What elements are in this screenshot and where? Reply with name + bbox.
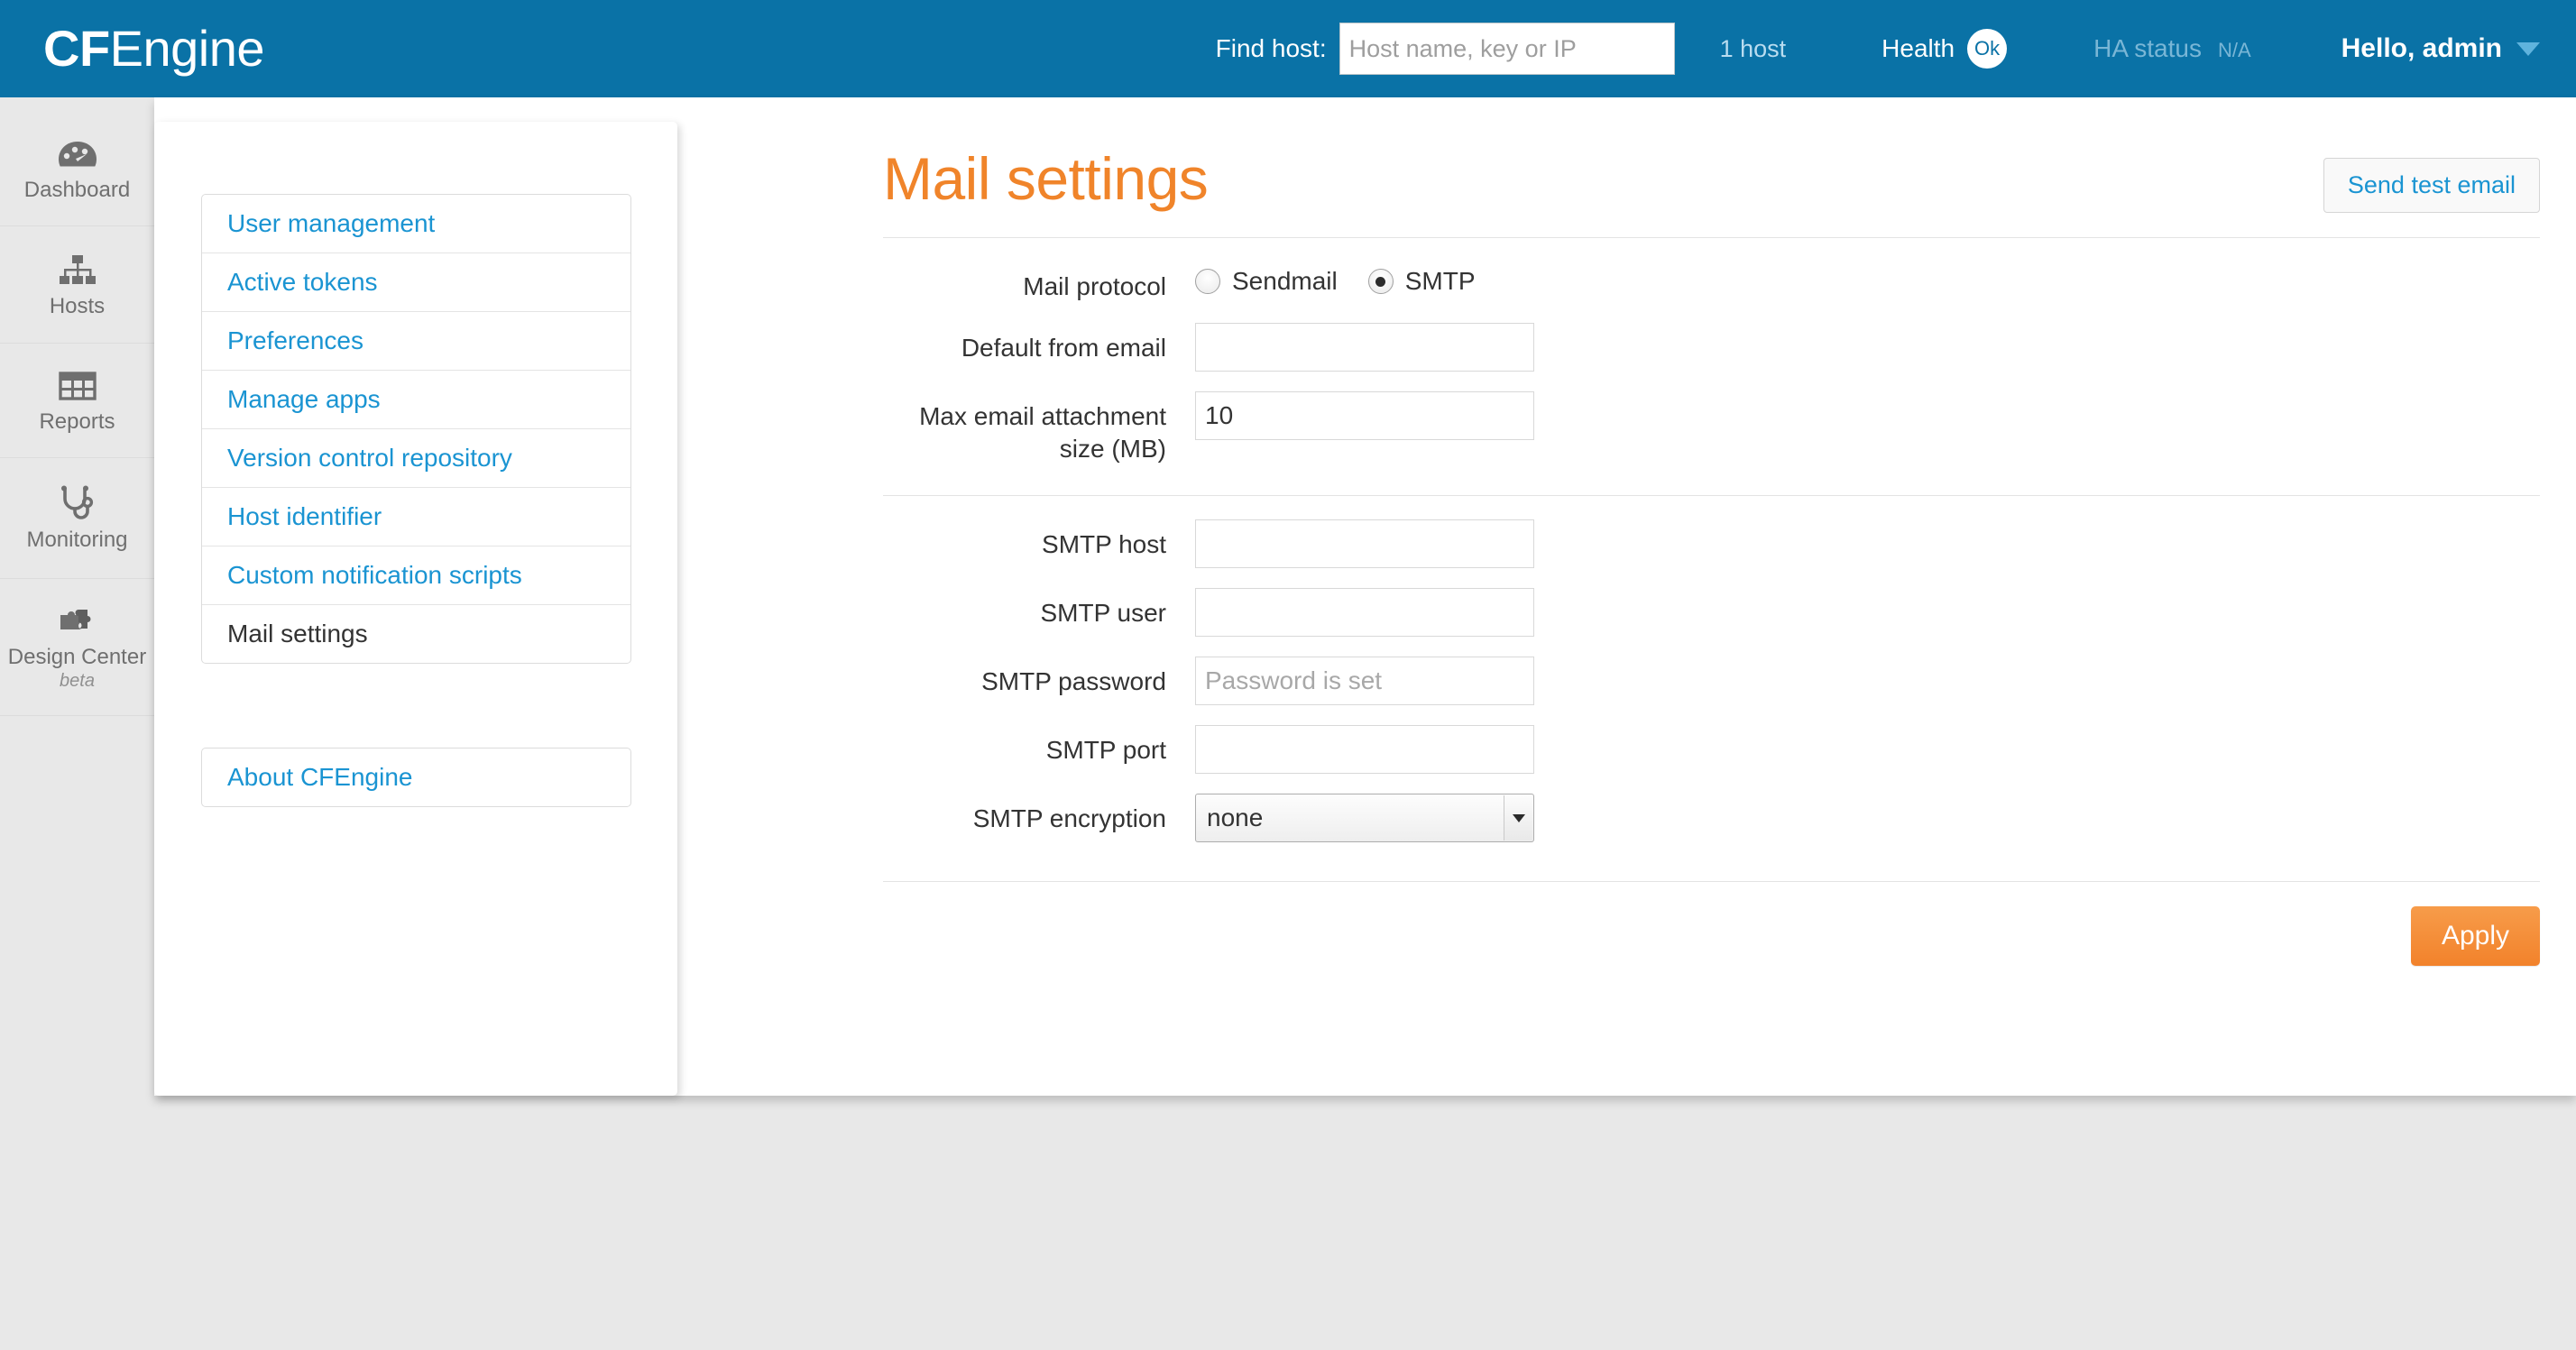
max-attachment-size-row: Max email attachment size (MB): [883, 390, 2540, 465]
smtp-port-label: SMTP port: [1045, 736, 1166, 765]
mail-settings-main: Mail settings Send test email Mail proto…: [833, 97, 2576, 1096]
apply-row: Apply: [883, 906, 2540, 967]
max-attachment-size-label: Max email attachment size (MB): [919, 401, 1166, 463]
smtp-port-input[interactable]: [1195, 725, 1534, 775]
cfengine-logo[interactable]: CFEngine: [43, 20, 265, 77]
main-header: Mail settings Send test email: [883, 97, 2540, 213]
radio-option-smtp[interactable]: SMTP: [1367, 267, 1476, 296]
apply-button[interactable]: Apply: [2410, 906, 2540, 967]
about-card: About CFEngine: [201, 748, 631, 807]
ha-status-indicator: HA status N/A: [2093, 34, 2251, 63]
smtp-host-row: SMTP host: [883, 519, 2540, 569]
health-indicator[interactable]: Health Ok: [1881, 29, 2008, 69]
default-from-email-input[interactable]: [1195, 322, 1534, 372]
sidebar-item-label: Reports: [39, 409, 115, 434]
logo-prefix: CF: [43, 20, 110, 77]
health-status-badge: Ok: [1967, 29, 2008, 69]
radio-sendmail-icon[interactable]: [1195, 269, 1220, 294]
settings-menu-item-preferences[interactable]: Preferences: [202, 312, 630, 371]
logo-suffix: Engine: [109, 20, 265, 77]
stethoscope-icon: [60, 485, 93, 519]
user-menu[interactable]: Hello, admin: [2341, 33, 2540, 64]
page-title: Mail settings: [883, 145, 1209, 212]
top-navigation-bar: CFEngine Find host: 1 host Health Ok HA …: [0, 0, 2576, 97]
divider-bottom: [883, 881, 2540, 883]
smtp-password-row: SMTP password: [883, 657, 2540, 706]
smtp-password-field: [1195, 657, 2540, 706]
smtp-port-row: SMTP port: [883, 725, 2540, 775]
sidebar-item-design-center[interactable]: Design Center beta: [0, 579, 154, 716]
smtp-user-input[interactable]: [1195, 588, 1534, 638]
health-label: Health: [1881, 34, 1955, 62]
radio-option-sendmail[interactable]: Sendmail: [1195, 267, 1338, 296]
smtp-password-input[interactable]: [1195, 657, 1534, 706]
settings-menu-item-host-identifier[interactable]: Host identifier: [202, 488, 630, 546]
sidebar-item-sublabel: beta: [60, 670, 95, 691]
radio-smtp-label: SMTP: [1404, 267, 1476, 295]
about-cfengine-link[interactable]: About CFEngine: [202, 748, 630, 806]
settings-menu-item-custom-notification-scripts[interactable]: Custom notification scripts: [202, 546, 630, 605]
smtp-user-row: SMTP user: [883, 588, 2540, 638]
settings-menu-item-active-tokens[interactable]: Active tokens: [202, 253, 630, 312]
smtp-encryption-label: SMTP encryption: [972, 804, 1166, 833]
default-from-email-label: Default from email: [961, 333, 1166, 362]
sidebar-item-monitoring[interactable]: Monitoring: [0, 458, 154, 579]
mail-protocol-row: Mail protocol Sendmail SMTP: [883, 262, 2540, 303]
smtp-user-label: SMTP user: [1040, 599, 1166, 628]
radio-sendmail-label: Sendmail: [1232, 267, 1338, 295]
max-attachment-size-input[interactable]: [1195, 390, 1534, 440]
divider-top: [883, 237, 2540, 238]
smtp-host-label: SMTP host: [1042, 530, 1166, 559]
find-host-input[interactable]: [1339, 23, 1675, 75]
content-shell: User management Active tokens Preference…: [154, 97, 2576, 1096]
send-test-email-button[interactable]: Send test email: [2323, 158, 2540, 213]
find-host-label: Find host:: [1215, 34, 1327, 62]
sidebar-item-label: Dashboard: [23, 178, 131, 202]
smtp-encryption-value: none: [1207, 804, 1264, 832]
settings-menu-item-version-control-repository[interactable]: Version control repository: [202, 429, 630, 488]
sidebar-item-reports[interactable]: Reports: [0, 344, 154, 459]
host-count-label: 1 host: [1719, 34, 1787, 62]
smtp-host-input[interactable]: [1195, 519, 1534, 569]
settings-nav-panel: User management Active tokens Preference…: [154, 122, 677, 1096]
max-attachment-size-field: [1195, 390, 2540, 440]
sidebar-item-label: Hosts: [49, 294, 106, 319]
table-icon: [58, 372, 97, 400]
default-from-email-row: Default from email: [883, 322, 2540, 372]
settings-menu-item-mail-settings[interactable]: Mail settings: [202, 605, 630, 663]
ha-status-value: N/A: [2217, 39, 2251, 61]
smtp-user-field: [1195, 588, 2540, 638]
divider-middle: [883, 495, 2540, 497]
primary-sidebar: Dashboard Hosts Reports Monitoring Desig…: [0, 97, 154, 1096]
smtp-encryption-select[interactable]: none: [1195, 794, 1534, 843]
smtp-encryption-row: SMTP encryption none: [883, 794, 2540, 843]
mail-protocol-label: Mail protocol: [1023, 272, 1166, 300]
settings-menu-item-user-management[interactable]: User management: [202, 195, 630, 253]
settings-menu-item-manage-apps[interactable]: Manage apps: [202, 371, 630, 429]
chevron-down-icon[interactable]: [1504, 795, 1532, 841]
radio-smtp-icon[interactable]: [1367, 269, 1394, 294]
mail-protocol-radio-group: Sendmail SMTP: [1195, 262, 2540, 296]
ha-status-label: HA status: [2093, 34, 2202, 62]
smtp-password-label: SMTP password: [981, 667, 1166, 696]
user-menu-label: Hello, admin: [2341, 33, 2502, 63]
smtp-host-field: [1195, 519, 2540, 569]
smtp-port-field: [1195, 725, 2540, 775]
sitemap-icon: [59, 255, 96, 285]
puzzle-icon: [60, 609, 90, 629]
sidebar-item-dashboard[interactable]: Dashboard: [0, 97, 154, 227]
default-from-email-field: [1195, 322, 2540, 372]
dashboard-icon: [58, 142, 97, 167]
topbar-right-group: Find host: 1 host Health Ok HA status N/…: [1216, 0, 2576, 97]
chevron-down-icon: [2516, 41, 2540, 56]
mail-protocol-field: Sendmail SMTP: [1195, 262, 2540, 296]
sidebar-item-label: Monitoring: [26, 528, 128, 553]
sidebar-item-hosts[interactable]: Hosts: [0, 226, 154, 344]
settings-menu-card: User management Active tokens Preference…: [201, 194, 631, 664]
sidebar-item-label: Design Center: [7, 644, 147, 669]
smtp-encryption-field: none: [1195, 794, 2540, 843]
